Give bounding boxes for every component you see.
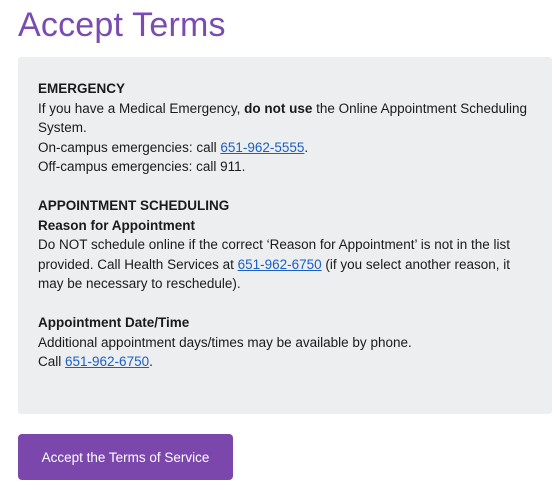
terms-notice-panel: EMERGENCY If you have a Medical Emergenc… <box>18 57 552 414</box>
oncampus-emergency: On-campus emergencies: call 651-962-5555… <box>38 138 532 158</box>
oncampus-phone-link[interactable]: 651-962-5555 <box>220 140 304 155</box>
datetime-heading: Appointment Date/Time <box>38 315 190 330</box>
call-label: Call <box>38 354 66 369</box>
emergency-heading: EMERGENCY <box>38 81 126 96</box>
call-line: Call 651-962-6750. <box>38 352 532 372</box>
oncampus-period: . <box>304 139 309 155</box>
datetime-text: Additional appointment days/times may be… <box>38 334 412 350</box>
accept-terms-button[interactable]: Accept the Terms of Service <box>18 434 233 480</box>
accept-terms-page: Accept Terms EMERGENCY If you have a Med… <box>0 0 556 495</box>
emergency-warning-emphasis: do not use <box>244 100 313 116</box>
page-title: Accept Terms <box>18 6 226 44</box>
offcampus-emergency: Off-campus emergencies: call 911. <box>38 159 246 174</box>
scheduling-heading: APPOINTMENT SCHEDULING <box>38 198 230 213</box>
emergency-warning-text: If you have a Medical Emergency, <box>38 100 245 116</box>
call-period: . <box>149 354 153 369</box>
oncampus-label: On-campus emergencies: call <box>38 139 221 155</box>
call-phone-link[interactable]: 651-962-6750 <box>65 354 149 369</box>
reason-text: Do NOT schedule online if the correct ‘R… <box>38 235 532 294</box>
emergency-warning: If you have a Medical Emergency, do not … <box>38 99 532 138</box>
health-services-phone-link[interactable]: 651-962-6750 <box>238 257 322 272</box>
reason-heading: Reason for Appointment <box>38 217 195 233</box>
